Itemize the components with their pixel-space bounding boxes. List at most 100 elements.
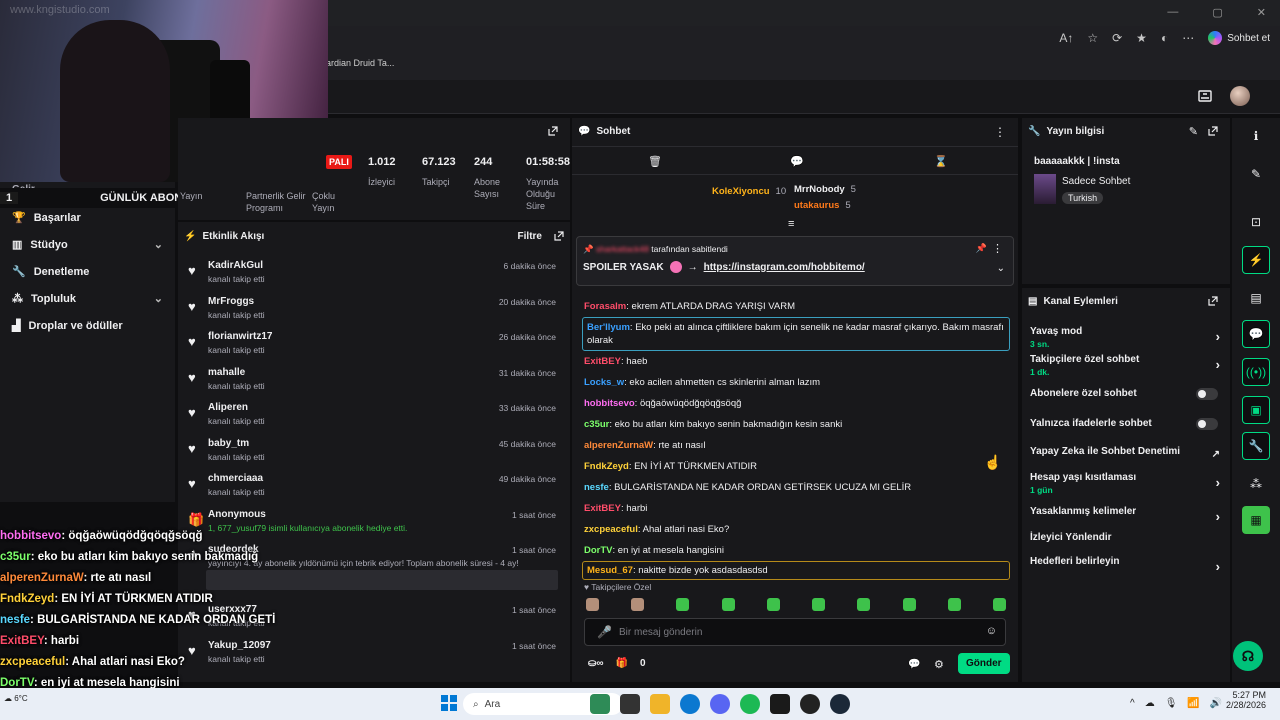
gear-icon[interactable]: ⚙ (934, 658, 944, 671)
activity-item[interactable]: ♥ MrFroggs kanalı takip etti 20 dakika önce (182, 292, 566, 328)
gift-icon[interactable]: 🎁 (616, 658, 628, 669)
users-icon[interactable]: ⁂ (1242, 470, 1270, 498)
bolt-icon[interactable]: ⚡ (1242, 246, 1270, 274)
category-name[interactable]: Sadece Sohbet (1062, 176, 1130, 187)
chat-icon[interactable]: 💬 (1242, 320, 1270, 348)
channel-action-row[interactable]: Hesap yaşı kısıtlaması 1 gün › (1030, 472, 1224, 495)
sidebar-item[interactable]: ⁂ Topluluk ⌄ (0, 285, 175, 312)
windows-start-icon[interactable] (440, 694, 460, 714)
activity-user[interactable]: florianwirtz17 (208, 331, 272, 342)
maximize-button[interactable]: ▢ (1212, 6, 1222, 19)
slow-mode-icon[interactable]: ⌛ (934, 155, 948, 168)
chat-username[interactable]: zxcpeaceful (584, 524, 638, 535)
chevron-down-icon[interactable]: ⌄ (154, 238, 163, 251)
emote-icon[interactable] (992, 598, 1006, 611)
clock[interactable]: 5:27 PM 2/28/2026 (1226, 690, 1266, 710)
sidebar-item[interactable]: ▟ Droplar ve ödüller (0, 312, 175, 339)
activity-item[interactable]: ♥ KadirAkGul kanalı takip etti 6 dakika önc… (182, 256, 566, 292)
pencil-icon[interactable]: ✎ (1242, 160, 1270, 188)
popout-icon[interactable] (548, 126, 558, 136)
channel-action-row[interactable]: Abonelere özel sohbet (1030, 388, 1224, 400)
activity-user[interactable]: Anonymous (208, 509, 266, 520)
chevron-up-icon[interactable]: ^ (1130, 698, 1135, 709)
unpin-icon[interactable]: 📌 (976, 243, 987, 254)
external-link-icon[interactable]: ↗ (1212, 449, 1220, 460)
sidebar-item[interactable]: 🔧 Denetleme (0, 258, 175, 285)
channel-action-row[interactable]: Yalnızca ifadelerle sohbet (1030, 418, 1224, 430)
obs-icon[interactable] (800, 694, 820, 714)
pinned-link[interactable]: https://instagram.com/hobbitemo/ (704, 262, 865, 273)
emote-icon[interactable] (812, 598, 826, 611)
clipboard-icon[interactable]: ▤ (1242, 284, 1270, 312)
top-gifter[interactable]: utakaurus 5 (794, 200, 851, 211)
top-gifter[interactable]: KoleXiyoncu 10 (712, 186, 786, 197)
mic-icon[interactable]: 🎙 (1165, 698, 1178, 709)
stream-manager-icon[interactable] (1198, 90, 1212, 102)
profile-icon[interactable]: ◐ (1161, 31, 1168, 45)
activity-user[interactable]: chmerciaaa (208, 473, 263, 484)
close-button[interactable]: ✕ (1257, 6, 1266, 19)
emote-icon[interactable] (766, 598, 780, 611)
wifi-icon[interactable]: 📶 (1187, 698, 1199, 709)
pinned-menu-icon[interactable]: ⋮ (992, 242, 1003, 255)
chat-username[interactable]: ExitBEY (584, 503, 621, 514)
favorites-icon[interactable]: ★ (1136, 31, 1147, 45)
emote-icon[interactable] (857, 598, 871, 611)
minimize-button[interactable]: — (1167, 6, 1178, 19)
activity-item[interactable]: ♥ mahalle kanalı takip etti 31 dakika önce (182, 363, 566, 399)
emote-icon[interactable] (631, 598, 645, 611)
chat-username[interactable]: nesfe (584, 482, 609, 493)
clear-chat-icon[interactable]: 🗑 (648, 155, 662, 168)
copilot-button[interactable]: Sohbet et (1208, 31, 1270, 45)
read-aloud-icon[interactable]: A↑ (1059, 31, 1073, 45)
chevron-right-icon[interactable]: › (1216, 475, 1220, 490)
activity-user[interactable]: baby_tm (208, 438, 249, 449)
favorite-icon[interactable]: ☆ (1087, 31, 1098, 45)
volume-icon[interactable]: 🔊 (1210, 698, 1222, 709)
layout-icon[interactable]: ▣ (1242, 396, 1270, 424)
activity-item[interactable]: ♥ Aliperen kanalı takip etti 33 dakika önce (182, 398, 566, 434)
activity-item[interactable]: ♥ baby_tm kanalı takip etti 45 dakika önce (182, 434, 566, 470)
activity-item[interactable]: ♥ chmerciaaa kanalı takip etti 49 dakika ön… (182, 469, 566, 505)
filter-button[interactable]: Filtre (518, 231, 542, 242)
chat-menu-icon[interactable]: ⋮ (994, 125, 1006, 139)
chat-bubble-icon[interactable]: 💬 (790, 155, 804, 168)
channel-action-row[interactable]: Yavaş mod 3 sn. › (1030, 326, 1224, 349)
mic-icon[interactable]: 🎤 (597, 625, 612, 639)
chat-username[interactable]: Forasalm (584, 301, 626, 312)
user-avatar[interactable] (1230, 86, 1250, 106)
spotify-icon[interactable] (740, 694, 760, 714)
emote-icon[interactable] (586, 598, 599, 611)
chat-username[interactable]: alperenZurnaW (584, 440, 653, 451)
activity-item[interactable]: ♥ florianwirtz17 kanalı takip etti 26 dakik… (182, 327, 566, 363)
channel-action-row[interactable]: Yasaklanmış kelimeler › (1030, 506, 1224, 524)
weather-widget[interactable]: ☁ 6°C (4, 694, 28, 703)
stream-tag[interactable]: Turkish (1062, 192, 1104, 204)
toggle-switch[interactable] (1196, 388, 1218, 400)
emote-icon[interactable] (676, 598, 690, 611)
bookmark-item[interactable]: ardian Druid Ta... (326, 58, 394, 68)
refresh-icon[interactable]: ⟳ (1112, 31, 1122, 45)
popout-icon[interactable] (554, 231, 564, 241)
discord-icon[interactable] (710, 694, 730, 714)
terminal-icon[interactable] (770, 694, 790, 714)
taskview-icon[interactable] (620, 694, 640, 714)
widget-app-icon[interactable] (590, 694, 610, 714)
broadcast-icon[interactable]: ((•)) (1242, 358, 1270, 386)
emote-icon[interactable] (902, 598, 916, 611)
sidebar-item[interactable]: 🏆 Başarılar (0, 204, 175, 231)
send-button[interactable]: Gönder (958, 653, 1010, 674)
chat-username[interactable]: Ber'llyum (587, 322, 630, 333)
steam-icon[interactable] (830, 694, 850, 714)
activity-user[interactable]: KadirAkGul (208, 260, 263, 271)
wrench-icon[interactable]: 🔧 (1242, 432, 1270, 460)
popout-icon[interactable] (1208, 296, 1218, 306)
help-button[interactable]: ☊ (1233, 641, 1263, 671)
chevron-down-icon[interactable]: ⌄ (997, 263, 1005, 274)
chat-settings-bubble-icon[interactable]: 💬 (908, 659, 920, 670)
emote-icon[interactable] (721, 598, 735, 611)
chat-input[interactable]: 🎤 Bir mesaj gönderin ☺ (584, 618, 1006, 646)
activity-user[interactable]: MrFroggs (208, 296, 254, 307)
channel-action-row[interactable]: İzleyici Yönlendir (1030, 532, 1224, 543)
app-icon[interactable]: ▦ (1242, 506, 1270, 534)
